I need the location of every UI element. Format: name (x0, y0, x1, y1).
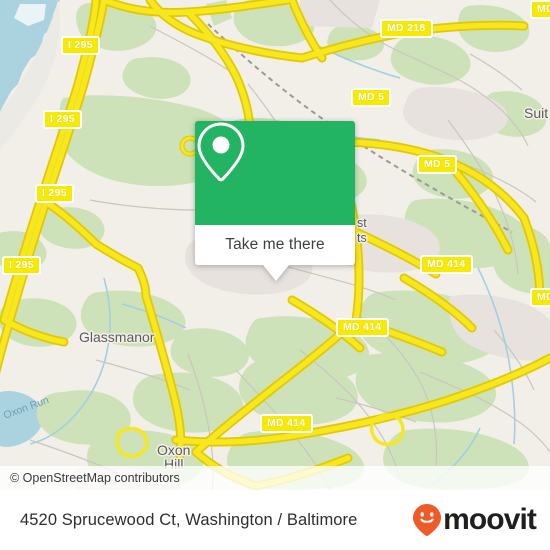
road-shield-i295-3[interactable]: I 295 (35, 184, 74, 203)
address-label: 4520 Sprucewood Ct, Washington / Baltimo… (20, 510, 358, 529)
road-shield-i295-1[interactable]: I 295 (61, 36, 100, 55)
road-shield-md414-1[interactable]: MD 414 (420, 255, 473, 274)
location-pin-icon (197, 122, 245, 182)
callout-action-panel[interactable]: Take me there (195, 225, 355, 265)
destination-callout[interactable]: Take me there (195, 121, 355, 281)
road-shield-md-clipped-top[interactable]: MD (530, 0, 550, 19)
place-label-heights: ts (357, 231, 367, 245)
road-shield-md414-3[interactable]: MD 414 (260, 414, 313, 433)
place-label-forest: st (357, 216, 367, 230)
place-label-glassmanor: Glassmanor (79, 329, 155, 345)
road-shield-i295-4[interactable]: I 295 (2, 256, 41, 275)
osm-attribution[interactable]: © OpenStreetMap contributors (0, 466, 550, 490)
road-shield-i295-2[interactable]: I 295 (43, 110, 82, 129)
footer-bar: 4520 Sprucewood Ct, Washington / Baltimo… (0, 490, 550, 550)
take-me-there-label: Take me there (225, 236, 325, 253)
road-shield-md218[interactable]: MD 218 (380, 19, 433, 38)
road-shield-md-clipped-right[interactable]: MD (530, 288, 550, 307)
moovit-smiley-pin-icon (413, 504, 442, 536)
moovit-map-share-card: Suit st ts Glassmanor Oxon Hill Oxon Run… (0, 0, 550, 550)
moovit-logo[interactable]: moovit (412, 503, 537, 537)
road-shield-md414-2[interactable]: MD 414 (336, 318, 389, 337)
road-shield-md5-1[interactable]: MD 5 (351, 88, 392, 107)
map-canvas[interactable]: Suit st ts Glassmanor Oxon Hill Oxon Run… (0, 0, 550, 490)
callout-pin-panel (195, 121, 355, 225)
road-shield-md5-2[interactable]: MD 5 (417, 155, 458, 174)
callout-pointer-arrow (263, 265, 289, 281)
place-label-suitland: Suit (524, 105, 549, 121)
moovit-wordmark: moovit (443, 503, 537, 536)
